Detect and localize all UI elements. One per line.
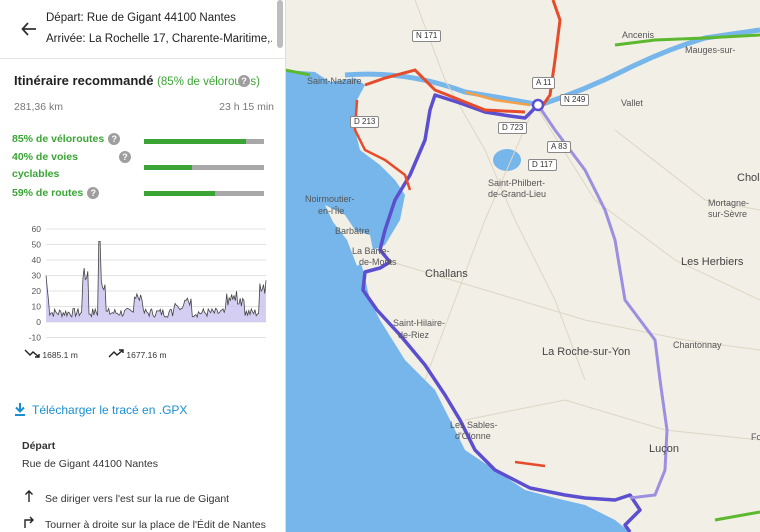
route-title: Itinéraire recommandé (85% de véloroutes… [14,73,260,88]
download-icon [15,403,25,416]
stat-routes-label: 59% de routes [12,187,84,199]
road-a83: A 83 [547,141,572,153]
departure-text: Départ: Rue de Gigant 44100 Nantes [46,12,236,24]
itinerary-step-text: Tourner à droite sur la place de l'Édit … [45,519,266,531]
map-view[interactable]: Saint-Nazaire Ancenis Mauges-sur- Vallet… [285,0,760,532]
map-label-les-sables-1: Les Sables- [450,420,498,430]
arrival-text: Arrivée: La Rochelle 17, Charente-Mariti… [46,33,272,45]
map-label-mortagne-2: sur-Sèvre [708,209,748,219]
road-d213: D 213 [350,116,380,128]
route-panel: Départ: Rue de Gigant 44100 Nantes Arriv… [0,0,286,532]
stat-voies-label-2: cyclables [12,168,60,180]
stat-veloroutes: 85% de véloroutes? [12,131,121,148]
road-n171: N 171 [412,30,442,42]
lake-grand-lieu [493,149,521,171]
arrow-up-icon [22,490,36,505]
map-label-challans: Challans [425,268,468,280]
stat-routes: 59% de routes? [12,185,100,202]
map-label-saint-nazaire: Saint-Nazaire [307,76,362,86]
map-label-vallet: Vallet [621,98,643,108]
map-label-mortagne-1: Mortagne- [708,198,750,208]
route-duration: 23 h 15 min [219,101,274,113]
download-gpx-label: Télécharger le tracé en .GPX [32,403,188,417]
stat-veloroutes-bar [144,139,264,144]
map-label-saint-philbert-1: Saint-Philbert- [488,178,546,188]
map-label-les-sables-2: d'Olonne [455,431,491,441]
road-a11: A 11 [532,77,556,89]
elevation-area [46,241,266,322]
route-distance: 281,36 km [14,101,64,113]
download-gpx-link[interactable]: Télécharger le tracé en .GPX [14,403,187,417]
stat-voies-cyclables: 40% de voies cyclables [12,149,78,183]
map-label-saint-philbert-2: de-Grand-Lieu [488,189,547,199]
itinerary-step[interactable]: Se diriger vers l'est sur la rue de Giga… [22,490,229,505]
elevation-tick-label: 50 [32,240,42,250]
stat-routes-bar [144,191,264,196]
road-d117: D 117 [528,159,557,171]
map-label-mauges: Mauges-sur- [685,45,736,55]
map-label-noirmoutier-2: en-l'Île [318,206,345,216]
map-label-ancenis: Ancenis [622,30,655,40]
itinerary-start-address: Rue de Gigant 44100 Nantes [22,458,159,470]
help-icon[interactable]: ? [108,133,121,146]
turn-right-icon [22,516,36,531]
help-icon[interactable]: ? [119,151,131,163]
help-icon[interactable]: ? [238,75,250,87]
ascent-stat: 1677.16 m [108,349,167,360]
help-icon[interactable]: ? [87,187,100,200]
map-label-cholet: Cholet [737,172,760,184]
map-label-saint-hilaire-1: Saint-Hilaire- [393,318,446,328]
route-header: Départ: Rue de Gigant 44100 Nantes Arriv… [0,0,285,59]
elevation-tick-label: 30 [32,271,42,281]
route-title-text: Itinéraire recommandé [14,73,154,88]
elevation-tick-label: 40 [32,255,42,265]
stat-voies-bar [144,165,264,170]
road-n249: N 249 [560,94,590,106]
ascent-value: 1677.16 m [126,350,167,360]
map-label-la-barre-1: La Barre- [352,246,390,256]
map-label-lucon: Luçon [649,443,679,455]
stat-routes-fill [144,191,215,196]
map-label-noirmoutier-1: Noirmoutier- [305,194,355,204]
stat-voies-label-1: 40% de voies [12,151,78,163]
stat-voies-fill [144,165,192,170]
map-label-la-roche-sur-yon: La Roche-sur-Yon [542,346,631,358]
itinerary-step-text: Se diriger vers l'est sur la rue de Giga… [45,493,230,505]
elevation-tick-label: 60 [32,224,42,234]
map-label-les-herbiers: Les Herbiers [681,256,744,268]
trend-down-icon [24,349,40,358]
elevation-tick-label: 0 [36,317,41,327]
elevation-chart: 60 50 40 30 20 10 0 -10 [29,224,267,343]
start-marker[interactable] [531,98,545,112]
elevation-tick-label: -10 [29,333,42,343]
map-label-la-barre-2: de-Monts [359,257,397,267]
descent-stat: 1685.1 m [24,349,78,360]
elevation-tick-label: 10 [32,302,42,312]
elevation-tick-label: 20 [32,286,42,296]
descent-value: 1685.1 m [42,350,78,360]
map-label-barbatre: Barbâtre [335,226,370,236]
map-label-saint-hilaire-2: de-Riez [398,330,430,340]
panel-scrollbar[interactable] [277,0,283,48]
trend-up-icon [108,349,124,358]
road-d723: D 723 [498,122,528,134]
itinerary-step[interactable]: Tourner à droite sur la place de l'Édit … [22,516,266,531]
map-label-fo: Fo [751,432,760,442]
stat-veloroutes-fill [144,139,246,144]
map-label-chantonnay: Chantonnay [673,340,722,350]
back-arrow-icon[interactable] [20,20,38,38]
stat-veloroutes-label: 85% de véloroutes [12,133,105,145]
itinerary-start-label: Départ [22,440,56,452]
